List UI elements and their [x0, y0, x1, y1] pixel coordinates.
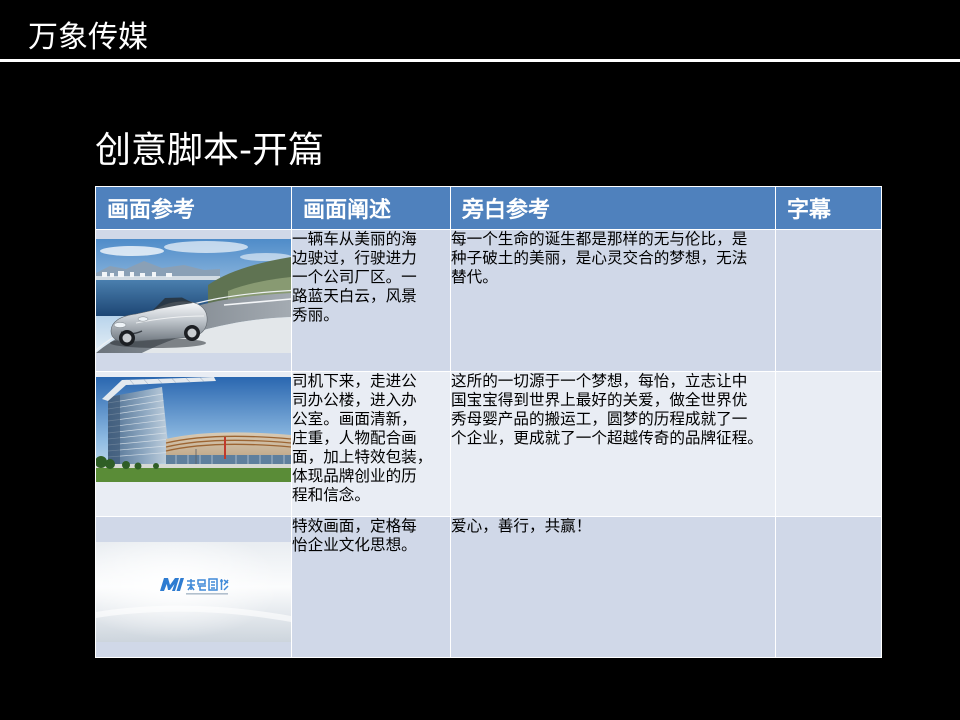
narration-line: 个企业，更成就了一个超越传奇的品牌征程。: [451, 429, 763, 447]
table-header-row: 画面参考 画面阐述 旁白参考 字幕: [95, 186, 882, 230]
column-header-subtitle: 字幕: [775, 186, 882, 230]
script-table: 画面参考 画面阐述 旁白参考 字幕 一辆车从美丽的海 边驶过，行驶进力 一个公司…: [95, 186, 882, 658]
description-line: 怡企业文化思想。: [292, 536, 417, 554]
reference-image-cell: [95, 516, 292, 658]
description-line: 程和信念。: [292, 486, 370, 504]
narration-line: 秀母婴产品的搬运工，圆梦的历程成就了一: [451, 410, 748, 428]
narration-line: 每一个生命的诞生都是那样的无与伦比，是: [451, 230, 748, 249]
office-building-image: [96, 377, 291, 482]
table-row: 特效画面，定格每 怡企业文化思想。 爱心，善行，共赢！: [95, 516, 882, 658]
description-cell: 特效画面，定格每 怡企业文化思想。: [291, 516, 451, 658]
description-line: 一辆车从美丽的海: [292, 230, 417, 249]
description-line: 秀丽。: [292, 306, 339, 324]
description-cell: 司机下来，走进公 司办公楼，进入办 公室。画面清新， 庄重，人物配合画 面，加上…: [291, 371, 451, 517]
column-header-narration: 旁白参考: [450, 186, 776, 230]
description-line: 边驶过，行驶进力: [292, 249, 417, 267]
table-row: 司机下来，走进公 司办公楼，进入办 公室。画面清新， 庄重，人物配合画 面，加上…: [95, 371, 882, 517]
description-line: 一个公司厂区。一: [292, 268, 417, 286]
car-on-coastal-road-image: [96, 239, 291, 353]
reference-image-cell: [95, 229, 292, 372]
narration-cell: 每一个生命的诞生都是那样的无与伦比，是 种子破土的美丽，是心灵交合的梦想，无法 …: [450, 229, 776, 372]
description-line: 体现品牌创业的历: [292, 467, 417, 485]
narration-line: 爱心，善行，共赢！: [451, 517, 592, 536]
description-line: 司机下来，走进公: [292, 372, 417, 391]
description-line: 路蓝天白云，风景: [292, 287, 417, 305]
narration-line: 国宝宝得到世界上最好的关爱，做全世界优: [451, 391, 748, 409]
description-line: 公室。画面清新，: [292, 410, 417, 428]
logo-effect-still-image: [96, 542, 291, 642]
header-divider: [0, 59, 960, 62]
description-line: 庄重，人物配合画: [292, 429, 417, 447]
column-header-reference: 画面参考: [95, 186, 292, 230]
narration-line: 替代。: [451, 268, 498, 286]
subtitle-cell: [775, 516, 882, 658]
subtitle-cell: [775, 371, 882, 517]
slide-title: 创意脚本-开篇: [95, 130, 324, 171]
reference-image-cell: [95, 371, 292, 517]
description-line: 司办公楼，进入办: [292, 391, 417, 409]
column-header-description: 画面阐述: [291, 186, 451, 230]
narration-cell: 这所的一切源于一个梦想，每怡，立志让中 国宝宝得到世界上最好的关爱，做全世界优 …: [450, 371, 776, 517]
description-line: 面，加上特效包装，: [292, 448, 433, 466]
brand-name: 万象传媒: [28, 20, 148, 55]
narration-line: 种子破土的美丽，是心灵交合的梦想，无法: [451, 249, 748, 267]
table-row: 一辆车从美丽的海 边驶过，行驶进力 一个公司厂区。一 路蓝天白云，风景 秀丽。 …: [95, 229, 882, 372]
subtitle-cell: [775, 229, 882, 372]
description-cell: 一辆车从美丽的海 边驶过，行驶进力 一个公司厂区。一 路蓝天白云，风景 秀丽。: [291, 229, 451, 372]
narration-line: 这所的一切源于一个梦想，每怡，立志让中: [451, 372, 748, 391]
description-line: 特效画面，定格每: [292, 517, 417, 536]
narration-cell: 爱心，善行，共赢！: [450, 516, 776, 658]
